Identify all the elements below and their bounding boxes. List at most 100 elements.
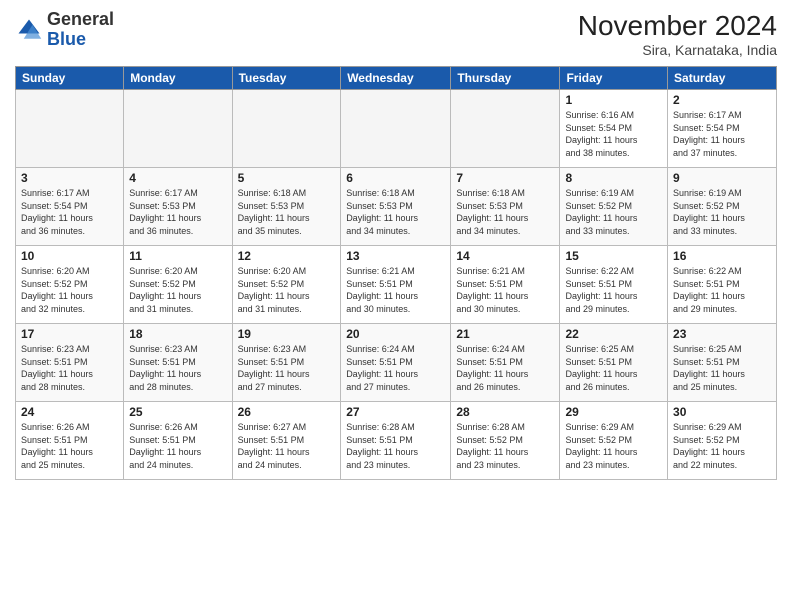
day-info: Sunrise: 6:18 AM Sunset: 5:53 PM Dayligh… [346,187,445,237]
day-info: Sunrise: 6:28 AM Sunset: 5:51 PM Dayligh… [346,421,445,471]
day-cell: 11Sunrise: 6:20 AM Sunset: 5:52 PM Dayli… [124,246,232,324]
location: Sira, Karnataka, India [578,42,777,58]
col-friday: Friday [560,67,668,90]
day-cell: 9 Sunrise: 6:19 AM Sunset: 5:52 PM Daylig… [668,168,777,246]
day-number: 4 [129,171,226,185]
day-info: Sunrise: 6:17 AM Sunset: 5:54 PM Dayligh… [21,187,118,237]
day-cell: 2 Sunrise: 6:17 AM Sunset: 5:54 PM Daylig… [668,90,777,168]
day-cell: 16 Sunrise: 6:22 AM Sunset: 5:51 PM Dayli… [668,246,777,324]
day-cell: 6 Sunrise: 6:18 AM Sunset: 5:53 PM Daylig… [341,168,451,246]
title-section: November 2024 Sira, Karnataka, India [578,10,777,58]
day-cell: 20 Sunrise: 6:24 AM Sunset: 5:51 PM Dayli… [341,324,451,402]
day-cell [341,90,451,168]
logo: General Blue [15,10,114,50]
day-info: Sunrise: 6:29 AM Sunset: 5:52 PM Dayligh… [673,421,771,471]
day-number: 2 [673,93,771,107]
day-info: Sunrise: 6:24 AM Sunset: 5:51 PM Dayligh… [346,343,445,393]
day-info: Sunrise: 6:17 AM Sunset: 5:54 PM Dayligh… [673,109,771,159]
week-row-2: 10Sunrise: 6:20 AM Sunset: 5:52 PM Dayli… [16,246,777,324]
day-info: Sunrise: 6:22 AM Sunset: 5:51 PM Dayligh… [673,265,771,315]
day-cell: 15 Sunrise: 6:22 AM Sunset: 5:51 PM Dayli… [560,246,668,324]
day-cell: 26Sunrise: 6:27 AM Sunset: 5:51 PM Dayli… [232,402,341,480]
day-cell: 27 Sunrise: 6:28 AM Sunset: 5:51 PM Dayli… [341,402,451,480]
day-info: Sunrise: 6:18 AM Sunset: 5:53 PM Dayligh… [456,187,554,237]
col-tuesday: Tuesday [232,67,341,90]
day-number: 15 [565,249,662,263]
day-info: Sunrise: 6:21 AM Sunset: 5:51 PM Dayligh… [456,265,554,315]
day-info: Sunrise: 6:18 AM Sunset: 5:53 PM Dayligh… [238,187,336,237]
day-number: 22 [565,327,662,341]
col-wednesday: Wednesday [341,67,451,90]
day-number: 5 [238,171,336,185]
day-info: Sunrise: 6:19 AM Sunset: 5:52 PM Dayligh… [673,187,771,237]
day-number: 27 [346,405,445,419]
week-row-0: 1Sunrise: 6:16 AM Sunset: 5:54 PM Daylig… [16,90,777,168]
day-cell: 1Sunrise: 6:16 AM Sunset: 5:54 PM Daylig… [560,90,668,168]
day-number: 21 [456,327,554,341]
day-cell: 29 Sunrise: 6:29 AM Sunset: 5:52 PM Dayli… [560,402,668,480]
day-number: 11 [129,249,226,263]
day-info: Sunrise: 6:23 AM Sunset: 5:51 PM Dayligh… [238,343,336,393]
month-title: November 2024 [578,10,777,42]
day-cell: 14 Sunrise: 6:21 AM Sunset: 5:51 PM Dayli… [451,246,560,324]
day-cell: 25Sunrise: 6:26 AM Sunset: 5:51 PM Dayli… [124,402,232,480]
week-row-4: 24Sunrise: 6:26 AM Sunset: 5:51 PM Dayli… [16,402,777,480]
day-cell [124,90,232,168]
day-number: 16 [673,249,771,263]
col-saturday: Saturday [668,67,777,90]
day-number: 9 [673,171,771,185]
day-cell: 18Sunrise: 6:23 AM Sunset: 5:51 PM Dayli… [124,324,232,402]
week-row-1: 3 Sunrise: 6:17 AM Sunset: 5:54 PM Daylig… [16,168,777,246]
day-number: 28 [456,405,554,419]
day-number: 1 [565,93,662,107]
day-cell: 12 Sunrise: 6:20 AM Sunset: 5:52 PM Dayli… [232,246,341,324]
day-info: Sunrise: 6:20 AM Sunset: 5:52 PM Dayligh… [238,265,336,315]
day-cell: 17Sunrise: 6:23 AM Sunset: 5:51 PM Dayli… [16,324,124,402]
day-cell: 22 Sunrise: 6:25 AM Sunset: 5:51 PM Dayli… [560,324,668,402]
day-number: 18 [129,327,226,341]
day-number: 14 [456,249,554,263]
day-number: 20 [346,327,445,341]
day-info: Sunrise: 6:24 AM Sunset: 5:51 PM Dayligh… [456,343,554,393]
logo-general-text: General [47,9,114,29]
logo-icon [15,16,43,44]
day-cell: 30 Sunrise: 6:29 AM Sunset: 5:52 PM Dayli… [668,402,777,480]
day-number: 6 [346,171,445,185]
day-number: 30 [673,405,771,419]
day-info: Sunrise: 6:21 AM Sunset: 5:51 PM Dayligh… [346,265,445,315]
day-cell [451,90,560,168]
day-cell: 8 Sunrise: 6:19 AM Sunset: 5:52 PM Daylig… [560,168,668,246]
day-cell [232,90,341,168]
calendar-table: Sunday Monday Tuesday Wednesday Thursday… [15,66,777,480]
day-info: Sunrise: 6:28 AM Sunset: 5:52 PM Dayligh… [456,421,554,471]
day-info: Sunrise: 6:22 AM Sunset: 5:51 PM Dayligh… [565,265,662,315]
day-info: Sunrise: 6:17 AM Sunset: 5:53 PM Dayligh… [129,187,226,237]
day-cell [16,90,124,168]
calendar-body: 1Sunrise: 6:16 AM Sunset: 5:54 PM Daylig… [16,90,777,480]
day-info: Sunrise: 6:26 AM Sunset: 5:51 PM Dayligh… [21,421,118,471]
day-info: Sunrise: 6:29 AM Sunset: 5:52 PM Dayligh… [565,421,662,471]
day-number: 26 [238,405,336,419]
header: General Blue November 2024 Sira, Karnata… [15,10,777,58]
day-number: 19 [238,327,336,341]
day-number: 13 [346,249,445,263]
day-info: Sunrise: 6:26 AM Sunset: 5:51 PM Dayligh… [129,421,226,471]
day-number: 3 [21,171,118,185]
col-thursday: Thursday [451,67,560,90]
day-info: Sunrise: 6:19 AM Sunset: 5:52 PM Dayligh… [565,187,662,237]
day-info: Sunrise: 6:25 AM Sunset: 5:51 PM Dayligh… [673,343,771,393]
day-number: 29 [565,405,662,419]
day-info: Sunrise: 6:23 AM Sunset: 5:51 PM Dayligh… [21,343,118,393]
day-number: 12 [238,249,336,263]
col-monday: Monday [124,67,232,90]
day-cell: 28 Sunrise: 6:28 AM Sunset: 5:52 PM Dayli… [451,402,560,480]
day-cell: 3 Sunrise: 6:17 AM Sunset: 5:54 PM Daylig… [16,168,124,246]
logo-blue-text: Blue [47,29,86,49]
day-number: 8 [565,171,662,185]
day-cell: 13 Sunrise: 6:21 AM Sunset: 5:51 PM Dayli… [341,246,451,324]
calendar-header: Sunday Monday Tuesday Wednesday Thursday… [16,67,777,90]
day-cell: 7Sunrise: 6:18 AM Sunset: 5:53 PM Daylig… [451,168,560,246]
day-cell: 24Sunrise: 6:26 AM Sunset: 5:51 PM Dayli… [16,402,124,480]
day-info: Sunrise: 6:25 AM Sunset: 5:51 PM Dayligh… [565,343,662,393]
week-row-3: 17Sunrise: 6:23 AM Sunset: 5:51 PM Dayli… [16,324,777,402]
